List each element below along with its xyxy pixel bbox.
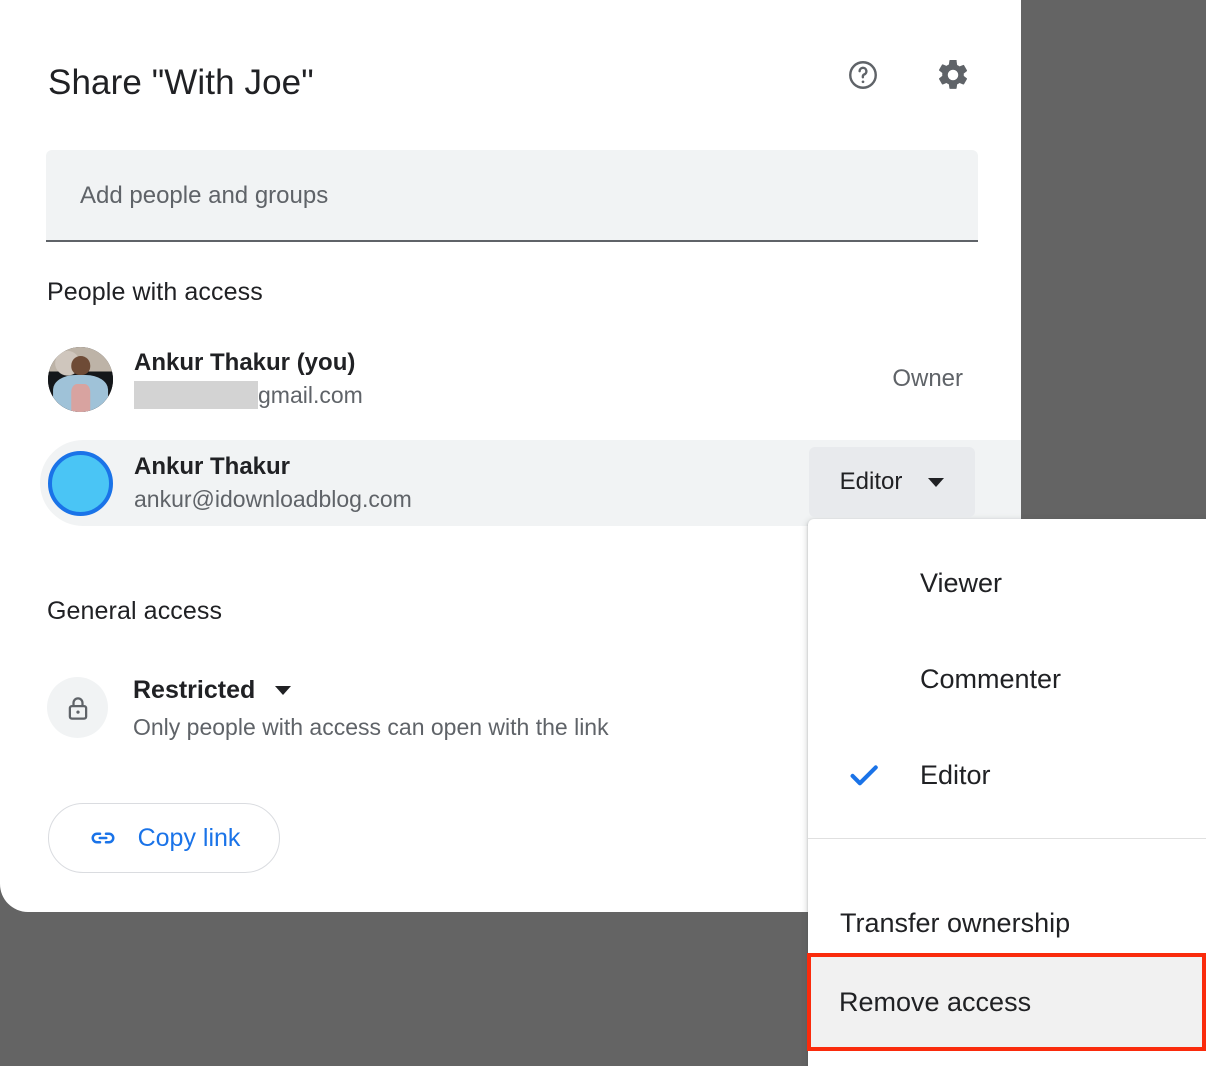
- page-title: Share "With Joe": [48, 63, 314, 102]
- menu-item-editor[interactable]: Editor: [808, 727, 1206, 823]
- general-access-description: Only people with access can open with th…: [133, 714, 609, 740]
- role-dropdown-button[interactable]: Editor: [809, 447, 975, 517]
- general-access-select[interactable]: Restricted: [133, 676, 609, 705]
- people-with-access-heading: People with access: [47, 278, 263, 306]
- menu-item-label: Commenter: [920, 663, 1062, 694]
- menu-item-label: Editor: [920, 759, 991, 790]
- chevron-down-icon: [928, 477, 945, 487]
- person-info: Ankur Thakur (you) gmail.com: [134, 347, 892, 411]
- chevron-down-icon: [275, 686, 292, 695]
- role-dropdown-label: Editor: [839, 468, 903, 495]
- person-email-suffix: gmail.com: [258, 382, 363, 408]
- dialog-header: Share "With Joe": [48, 48, 973, 118]
- person-name: Ankur Thakur (you): [134, 349, 356, 376]
- menu-divider: [808, 838, 1206, 839]
- menu-item-label: Remove access: [839, 986, 1032, 1017]
- general-access-heading: General access: [47, 597, 223, 625]
- general-access-text: Restricted Only people with access can o…: [133, 676, 609, 741]
- menu-item-commenter[interactable]: Commenter: [808, 631, 1206, 727]
- general-access-row: Restricted Only people with access can o…: [47, 676, 609, 741]
- menu-item-label: Viewer: [920, 567, 1003, 598]
- general-access-value: Restricted: [133, 676, 256, 704]
- menu-item-viewer[interactable]: Viewer: [808, 535, 1206, 631]
- add-people-input[interactable]: [78, 150, 962, 242]
- redacted-email-bar: [134, 381, 258, 409]
- link-icon: [88, 823, 118, 853]
- menu-item-remove-access[interactable]: Remove access: [807, 953, 1206, 1051]
- gear-icon[interactable]: [933, 55, 973, 95]
- person-email: gmail.com: [134, 379, 892, 411]
- table-row: Ankur Thakur (you) gmail.com Owner: [40, 336, 1021, 422]
- help-circle-icon[interactable]: [843, 55, 883, 95]
- copy-link-button[interactable]: Copy link: [48, 803, 280, 873]
- add-people-field[interactable]: [46, 150, 978, 242]
- menu-item-label: Transfer ownership: [840, 907, 1071, 938]
- role-label-owner: Owner: [892, 365, 963, 392]
- lock-icon: [47, 677, 108, 738]
- check-icon: [808, 756, 920, 794]
- avatar: [48, 346, 113, 412]
- copy-link-label: Copy link: [137, 823, 241, 852]
- header-icon-group: [843, 55, 973, 95]
- avatar: [48, 450, 113, 516]
